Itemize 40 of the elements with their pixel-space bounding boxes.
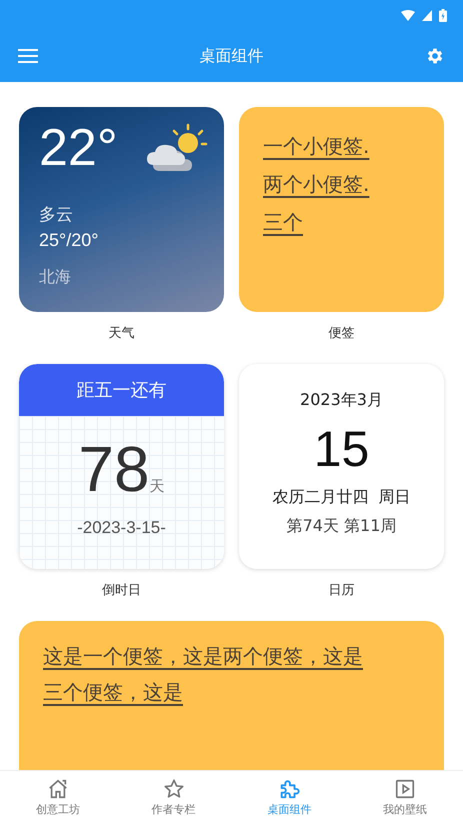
calendar-widget[interactable]: 2023年3月 15 农历二月廿四 周日 第74天 第11周	[239, 364, 444, 569]
app-title: 桌面组件	[200, 46, 264, 66]
widget-label: 天气	[108, 325, 134, 342]
widget-label: 便签	[328, 325, 354, 342]
note-text: 三个便签，这是	[43, 679, 184, 705]
gear-icon	[425, 46, 445, 66]
calendar-month: 2023年3月	[300, 390, 383, 411]
days-unit: 天	[150, 477, 165, 496]
note-text: 三个	[263, 209, 304, 235]
target-date: -2023-3-15-	[77, 518, 166, 538]
note-text: 一个小便签.	[263, 133, 370, 159]
city-name: 北海	[39, 267, 72, 288]
note-text: 这是一个便签，这是两个便签，这是	[43, 643, 364, 669]
menu-icon	[18, 48, 38, 64]
puzzle-icon	[278, 778, 300, 800]
temperature-range: 25°/20°	[39, 230, 100, 251]
nav-tab[interactable]: 作者专栏	[116, 771, 232, 823]
weather-condition: 多云	[39, 204, 74, 226]
calendar-day: 15	[314, 419, 370, 479]
widget-label: 倒时日	[102, 582, 141, 599]
battery-icon	[439, 8, 447, 22]
home-icon	[46, 778, 69, 800]
note-widget[interactable]: 一个小便签. 两个小便签. 三个	[239, 107, 444, 312]
widget-label: 日历	[328, 582, 354, 599]
weather-widget[interactable]: 22° 多云 25°/20° 北海	[19, 107, 224, 312]
note-text: 两个小便签.	[263, 171, 370, 197]
nav-tab[interactable]: 我的壁纸	[347, 771, 463, 823]
note-widget[interactable]: 这是一个便签，这是两个便签，这是 三个便签，这是	[19, 621, 444, 770]
day-week-count: 第74天 第11周	[286, 516, 396, 537]
wifi-icon	[401, 10, 415, 20]
countdown-header: 距五一还有	[19, 364, 224, 416]
lunar-date: 农历二月廿四 周日	[272, 487, 411, 508]
temperature: 22°	[39, 118, 118, 179]
days-count: 78	[78, 434, 150, 504]
nav-tab[interactable]: 桌面组件	[232, 771, 348, 823]
star-icon	[162, 778, 185, 800]
signal-icon	[422, 10, 432, 20]
play-icon	[394, 778, 416, 800]
countdown-widget[interactable]: 距五一还有 78天 -2023-3-15-	[19, 364, 224, 569]
nav-tab[interactable]: 创意工坊	[0, 771, 116, 823]
